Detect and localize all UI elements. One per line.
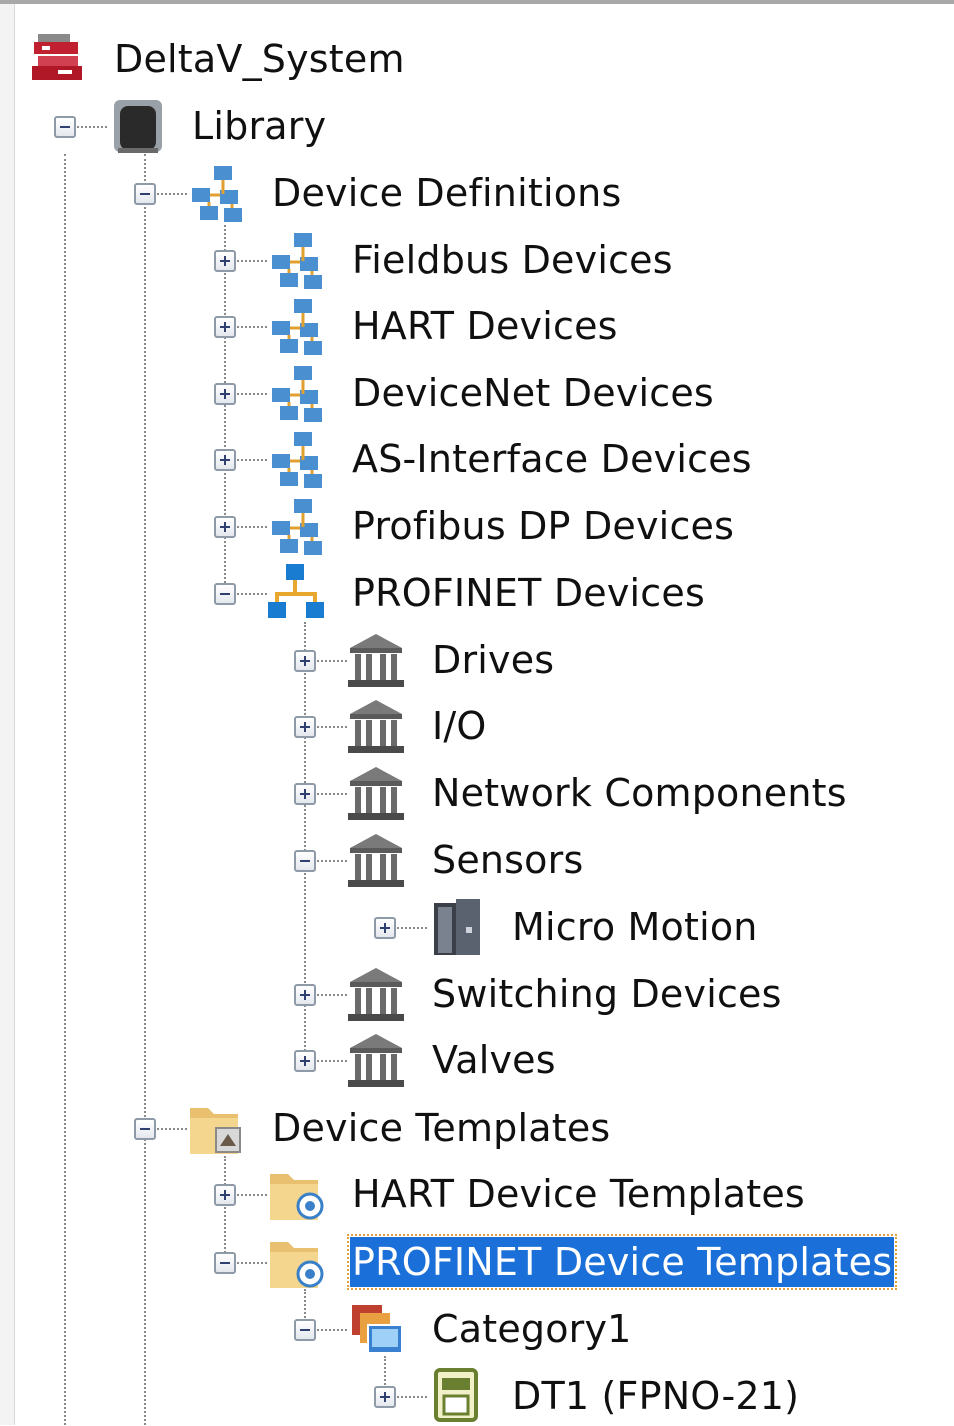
- tree-connector-line: [237, 260, 267, 262]
- tree-view-panel: DeltaV_System Library Device Definitions…: [0, 0, 954, 1425]
- tree-connector-line: [237, 459, 267, 461]
- expand-toggle[interactable]: [214, 316, 236, 338]
- expand-toggle[interactable]: [214, 383, 236, 405]
- tree-node-label: Library: [192, 104, 327, 148]
- vendor-building-icon: [348, 1034, 404, 1087]
- expand-toggle[interactable]: [374, 1386, 396, 1408]
- expand-toggle[interactable]: [214, 1184, 236, 1206]
- vendor-building-icon: [348, 634, 404, 687]
- collapse-toggle[interactable]: [134, 183, 156, 205]
- tree-node-label: Profibus DP Devices: [352, 504, 735, 548]
- device-network-icon: [192, 166, 242, 222]
- template-folder-icon: [190, 1108, 241, 1154]
- vendor-building-icon: [348, 834, 404, 887]
- collapse-toggle[interactable]: [214, 583, 236, 605]
- expand-toggle[interactable]: [214, 250, 236, 272]
- tree-node-label: Sensors: [432, 838, 584, 882]
- tree-node-label: Switching Devices: [432, 972, 782, 1016]
- tree-node-label: Category1: [432, 1307, 632, 1351]
- tree-node-label: AS-Interface Devices: [352, 437, 752, 481]
- tree-connector-line: [317, 793, 347, 795]
- expand-toggle[interactable]: [294, 984, 316, 1006]
- tree-node-label: Micro Motion: [512, 905, 758, 949]
- tree-connector-line: [397, 1396, 427, 1398]
- tree-connector-line: [397, 927, 427, 929]
- collapse-toggle[interactable]: [294, 850, 316, 872]
- device-template-icon: [434, 1368, 478, 1422]
- tree-connector-line: [77, 126, 107, 128]
- expand-toggle[interactable]: [294, 650, 316, 672]
- tree-connector-line: [144, 154, 146, 1425]
- device-network-icon: [272, 366, 322, 422]
- collapse-toggle[interactable]: [294, 1319, 316, 1341]
- tree-connector-line: [317, 1329, 347, 1331]
- tree-node-label: I/O: [432, 704, 487, 748]
- deltav-system-icon: [32, 34, 82, 80]
- tree-connector-line: [317, 726, 347, 728]
- tree-node-label: Valves: [432, 1038, 556, 1082]
- template-folder-icon: [270, 1174, 324, 1220]
- tree-node-label: HART Devices: [352, 304, 618, 348]
- device-network-icon: [272, 499, 322, 555]
- expand-toggle[interactable]: [294, 716, 316, 738]
- tree-connector-line: [237, 593, 267, 595]
- vendor-building-icon: [348, 700, 404, 753]
- template-folder-icon: [270, 1242, 324, 1288]
- tree-connector-line: [237, 1194, 267, 1196]
- tree-node-label: DT1 (FPNO-21): [512, 1374, 800, 1418]
- tree-connector-line: [317, 860, 347, 862]
- tree-connector-line: [237, 393, 267, 395]
- tree-connector-line: [237, 526, 267, 528]
- tree-node-label: DeviceNet Devices: [352, 371, 714, 415]
- tree-connector-line: [317, 660, 347, 662]
- vendor-building-icon: [348, 767, 404, 820]
- tree-node-label: Device Templates: [272, 1106, 611, 1150]
- tree-node-label: Device Definitions: [272, 171, 622, 215]
- expand-toggle[interactable]: [214, 449, 236, 471]
- tree-connector-line: [64, 154, 66, 1425]
- device-network-icon: [272, 432, 322, 488]
- tree-node-label: Drives: [432, 638, 555, 682]
- tree-connector-line: [317, 994, 347, 996]
- tree-node-label: HART Device Templates: [352, 1172, 805, 1216]
- tree-connector-line: [157, 1128, 187, 1130]
- collapse-toggle[interactable]: [214, 1252, 236, 1274]
- tree-node-label: Network Components: [432, 771, 847, 815]
- device-family-icon: [434, 899, 480, 955]
- expand-toggle[interactable]: [214, 516, 236, 538]
- tree-connector-line: [157, 193, 187, 195]
- library-icon: [114, 100, 162, 153]
- tree-connector-line: [317, 1060, 347, 1062]
- vendor-building-icon: [348, 968, 404, 1021]
- device-network-icon: [272, 299, 322, 355]
- tree-node-label: DeltaV_System: [114, 37, 405, 81]
- expand-toggle[interactable]: [294, 783, 316, 805]
- profinet-network-icon: [268, 564, 324, 618]
- expand-toggle[interactable]: [374, 917, 396, 939]
- device-network-icon: [272, 233, 322, 289]
- collapse-toggle[interactable]: [54, 116, 76, 138]
- category-icon: [352, 1305, 403, 1354]
- tree-connector-line: [237, 326, 267, 328]
- tree-node-label: PROFINET Devices: [352, 571, 705, 615]
- expand-toggle[interactable]: [294, 1050, 316, 1072]
- tree-connector-line: [224, 220, 226, 595]
- tree-connector-line: [224, 1156, 226, 1264]
- collapse-toggle[interactable]: [134, 1118, 156, 1140]
- tree-connector-line: [237, 1262, 267, 1264]
- tree-node-label: Fieldbus Devices: [352, 238, 673, 282]
- tree-node-label-selected: PROFINET Device Templates: [346, 1234, 898, 1290]
